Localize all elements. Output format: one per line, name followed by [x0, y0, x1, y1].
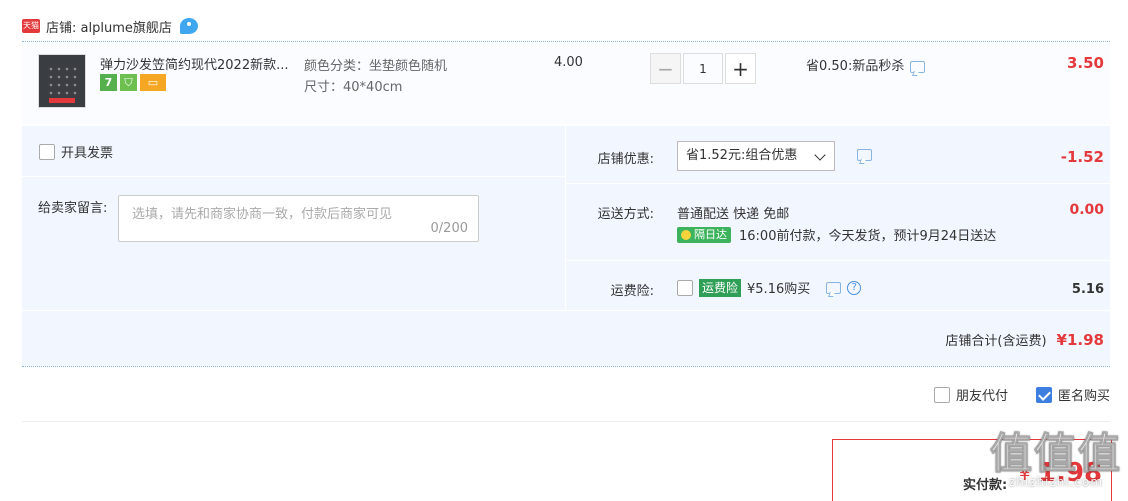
comment-icon[interactable] — [857, 149, 872, 161]
shipping-note: 16:00前付款，今天发货，预计9月24日送达 — [739, 229, 997, 244]
watermark-logo: 值值值 — [989, 429, 1122, 479]
product-sku: 颜色分类：坐垫颜色随机 尺寸：40*40cm — [304, 56, 447, 98]
shop-discount-value: 省1.52元:组合优惠 — [686, 148, 798, 163]
credit-card-badge-icon: ▭ — [140, 74, 166, 91]
chat-seller-icon[interactable] — [179, 18, 198, 34]
panel-divider — [22, 310, 1110, 311]
invoice-option[interactable]: 开具发票 — [39, 142, 113, 161]
shop-discount-select[interactable]: 省1.52元:组合优惠 — [677, 141, 835, 171]
decrease-quantity-button[interactable]: − — [650, 53, 681, 84]
chevron-down-icon — [814, 149, 826, 161]
anonymous-option[interactable]: 匿名购买 — [1035, 385, 1110, 404]
unit-price: 4.00 — [554, 55, 583, 70]
watermark-url: zhizhizhi.com — [1008, 475, 1104, 489]
friend-pay-label: 朋友代付 — [955, 389, 1008, 404]
payment-options: 朋友代付 匿名购买 — [933, 385, 1110, 404]
shipping-insurance-option: 运费险 ¥5.16购买 ? — [677, 278, 862, 297]
anonymous-checkbox[interactable] — [1035, 386, 1052, 403]
quantity-input[interactable]: 1 — [683, 53, 723, 84]
item-promo: 省0.50:新品秒杀 — [806, 55, 926, 74]
panel-divider — [566, 260, 1110, 261]
bolt-icon — [681, 229, 691, 240]
product-thumbnail[interactable] — [38, 54, 86, 108]
insurance-label: 运费险: — [610, 284, 654, 299]
order-options-panel: 开具发票 给卖家留言: 选填，请先和商家协商一致，付款后商家可见 0/200 店… — [22, 126, 1110, 366]
message-to-seller-input[interactable]: 选填，请先和商家协商一致，付款后商家可见 0/200 — [118, 195, 479, 242]
insurance-tag: 运费险 — [699, 278, 742, 297]
next-day-badge: 隔日达 — [677, 226, 731, 243]
next-day-text: 隔日达 — [694, 227, 727, 241]
panel-divider — [22, 176, 565, 177]
message-char-count: 0/200 — [430, 221, 468, 236]
item-subtotal: 3.50 — [1066, 54, 1104, 72]
site-watermark: 值值值 zhizhizhi.com — [989, 420, 1122, 490]
shop-discount-label: 店铺优惠: — [597, 152, 654, 167]
insurance-amount: 5.16 — [1071, 282, 1104, 297]
anonymous-label: 匿名购买 — [1057, 389, 1110, 404]
sku-size: 尺寸：40*40cm — [304, 80, 403, 95]
divider — [22, 421, 1110, 422]
invoice-label: 开具发票 — [61, 146, 114, 161]
shipping-fee: 0.00 — [1069, 202, 1104, 218]
increase-quantity-button[interactable]: + — [725, 53, 756, 84]
message-label: 给卖家留言: — [38, 201, 108, 216]
comment-icon[interactable] — [826, 281, 842, 294]
shipping-eta: 隔日达 16:00前付款，今天发货，预计9月24日送达 — [677, 225, 996, 244]
invoice-checkbox[interactable] — [39, 143, 55, 160]
shipping-label: 运送方式: — [597, 207, 654, 222]
friend-pay-option[interactable]: 朋友代付 — [933, 385, 1008, 404]
insurance-checkbox[interactable] — [677, 279, 693, 296]
message-placeholder: 选填，请先和商家协商一致，付款后商家可见 — [132, 207, 393, 222]
shop-discount-amount: -1.52 — [1060, 148, 1104, 166]
panel-divider — [566, 183, 1110, 184]
seven-day-return-badge-icon: 7 — [100, 74, 117, 91]
help-icon[interactable]: ? — [847, 280, 862, 295]
insurance-badge-icon: ⛉ — [120, 74, 137, 91]
shop-total: 店铺合计(含运费) ¥1.98 — [945, 330, 1104, 349]
insurance-price: ¥5.16购买 — [747, 282, 811, 297]
shipping-method: 普通配送 快递 免邮 — [677, 207, 790, 222]
shop-header: 天猫 店铺: alplume旗舰店 — [22, 14, 198, 38]
shop-total-amount: ¥1.98 — [1056, 331, 1104, 349]
divider — [22, 366, 1110, 367]
cart-item-row: 弹力沙发笠简约现代2022新款... 7 ⛉ ▭ 颜色分类：坐垫颜色随机 尺寸：… — [22, 42, 1110, 124]
shop-name[interactable]: 店铺: alplume旗舰店 — [46, 17, 172, 36]
product-title[interactable]: 弹力沙发笠简约现代2022新款... — [100, 54, 294, 73]
friend-pay-checkbox[interactable] — [933, 386, 950, 403]
tmall-icon: 天猫 — [22, 19, 40, 33]
quantity-stepper: − 1 + — [650, 53, 756, 84]
shop-total-label: 店铺合计(含运费) — [945, 334, 1047, 349]
comment-icon[interactable] — [910, 60, 926, 73]
sku-color: 颜色分类：坐垫颜色随机 — [304, 59, 448, 74]
product-badges: 7 ⛉ ▭ — [100, 74, 166, 91]
promo-text: 省0.50:新品秒杀 — [806, 59, 905, 74]
